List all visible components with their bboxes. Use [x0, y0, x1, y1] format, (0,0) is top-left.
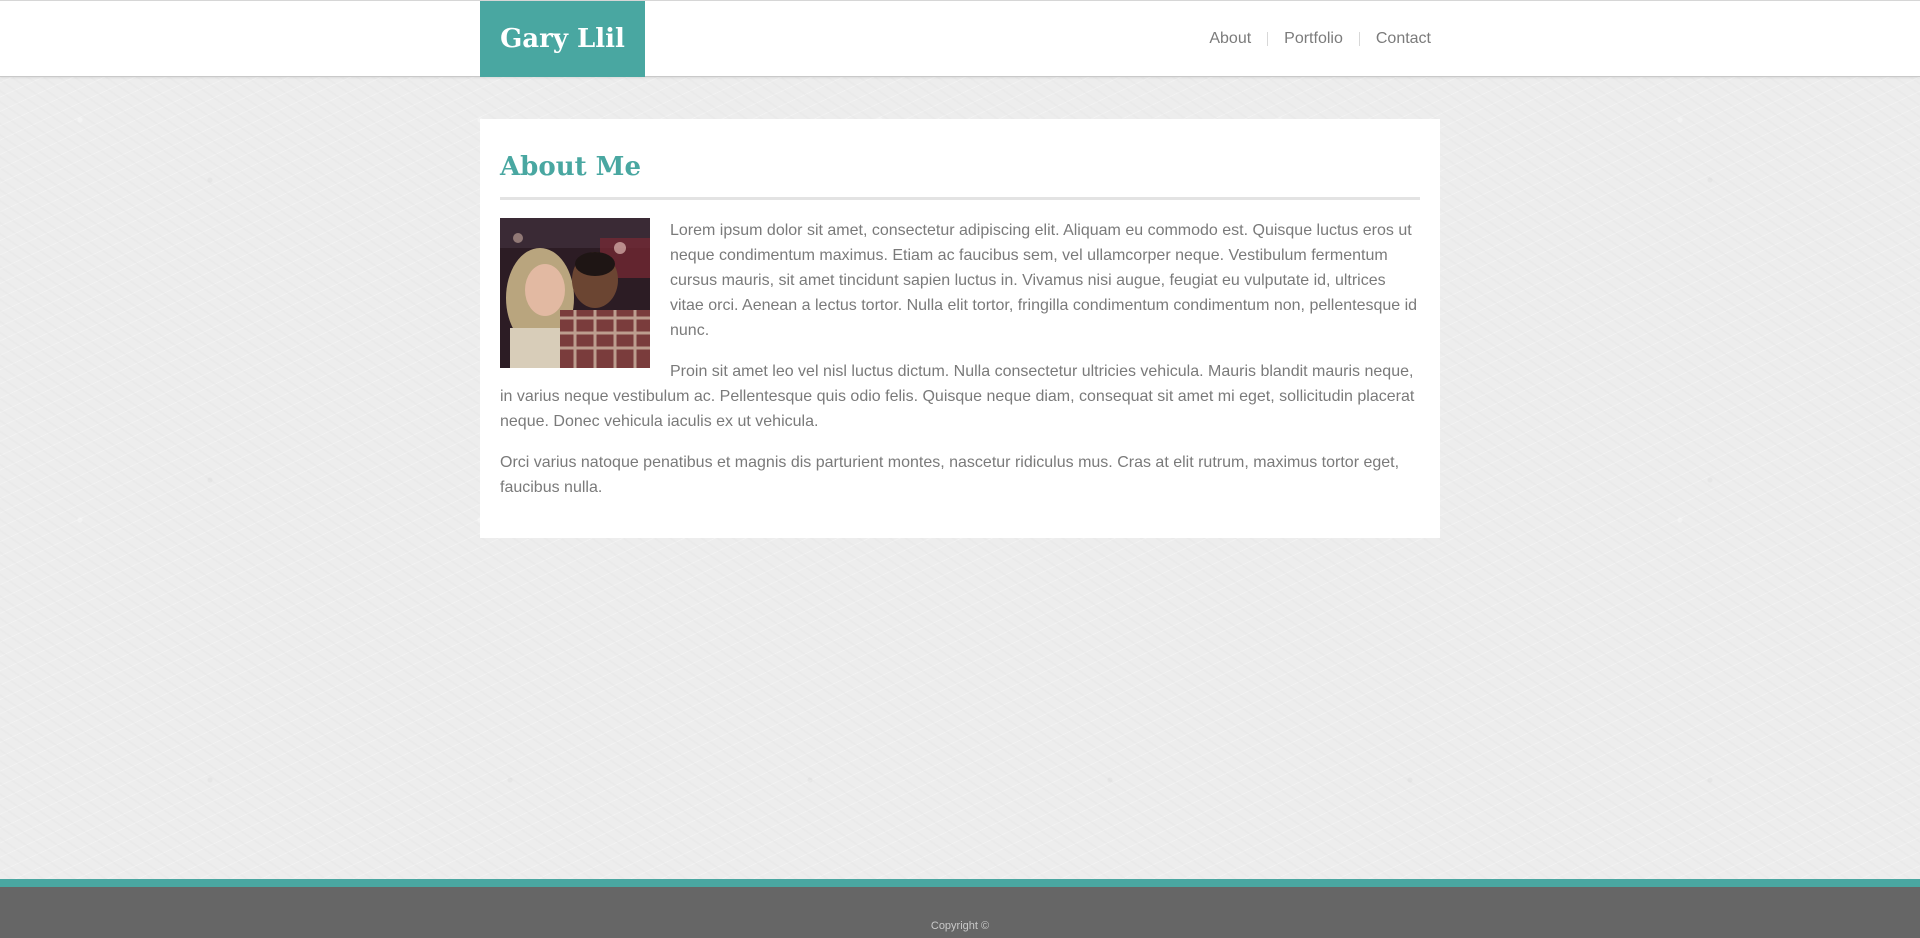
copyright-text: Copyright ©	[930, 920, 990, 932]
about-content: Lorem ipsum dolor sit amet, consectetur …	[500, 218, 1420, 500]
nav-contact-link[interactable]: Contact	[1376, 30, 1431, 48]
brand-logo-link[interactable]: Gary Llil	[480, 1, 645, 77]
nav-divider	[1358, 32, 1360, 46]
about-paragraph: Orci varius natoque penatibus et magnis …	[500, 454, 1400, 496]
site-header: Gary Llil About Portfolio Contact	[0, 0, 1920, 77]
main-nav: About Portfolio Contact	[1209, 1, 1431, 77]
page-title: About Me	[500, 151, 1420, 200]
profile-photo-graphic	[500, 218, 650, 368]
nav-divider	[1267, 32, 1269, 46]
profile-photo	[500, 218, 650, 368]
about-paragraph: Proin sit amet leo vel nisl luctus dictu…	[500, 363, 1415, 430]
about-card: About Me Lorem ipsum dolor sit amet, con…	[480, 119, 1440, 538]
nav-about-link[interactable]: About	[1209, 30, 1251, 48]
nav-portfolio-link[interactable]: Portfolio	[1284, 30, 1343, 48]
